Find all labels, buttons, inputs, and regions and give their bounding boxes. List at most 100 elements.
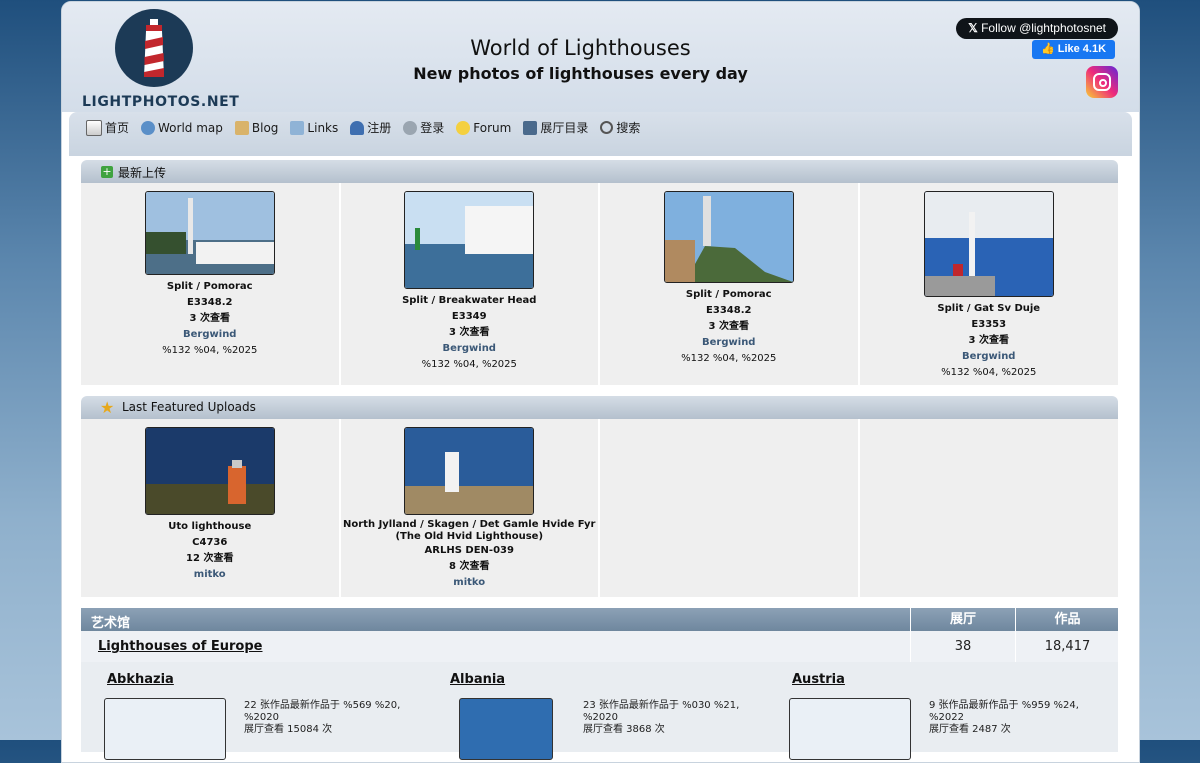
photo-views: 12 次查看 (186, 553, 234, 564)
photo-owner[interactable]: Bergwind (600, 335, 858, 351)
work-count: 18,417 (1015, 631, 1119, 662)
photo-code: E3353 (971, 319, 1007, 330)
gallery-row: Lighthouses of Europe 38 18,417 (81, 631, 1118, 662)
photo-owner[interactable]: mitko (81, 567, 339, 583)
search-icon (600, 121, 614, 134)
photo-owner[interactable]: Bergwind (81, 327, 339, 343)
featured-uploads-grid: Uto lighthouse C4736 12 次查看 mitko North … (81, 419, 1118, 597)
star-icon: ★ (100, 398, 115, 417)
country-info: 22 张作品最新作品于 %569 %20, %2020 展厅查看 15084 次 (244, 700, 414, 736)
featured-uploads-header: ★ Last Featured Uploads (81, 396, 1118, 419)
facebook-like-button[interactable]: 👍 Like 4.1K (1032, 40, 1115, 59)
country-link-austria[interactable]: Austria (792, 672, 845, 687)
empty-cell (859, 419, 1118, 597)
blog-icon (234, 120, 249, 135)
photo-title[interactable]: North Jylland / Skagen / Det Gamle Hvide… (341, 519, 599, 543)
country-views: 展厅查看 3868 次 (583, 724, 665, 735)
featured-item: North Jylland / Skagen / Det Gamle Hvide… (340, 419, 600, 597)
country-views: 展厅查看 2487 次 (929, 724, 1011, 735)
gallery-icon (523, 120, 538, 135)
photo-thumbnail[interactable] (404, 427, 535, 515)
country-stats: 22 张作品最新作品于 %569 %20, %2020 (244, 700, 401, 723)
photo-views: 8 次查看 (449, 561, 490, 572)
nav-links[interactable]: Links (290, 119, 338, 136)
page-container: LIGHTPHOTOS.NET World of Lighthouses New… (61, 1, 1140, 763)
country-thumbnail[interactable] (459, 698, 553, 760)
country-link-abkhazia[interactable]: Abkhazia (107, 672, 174, 687)
photo-title[interactable]: Split / Pomorac (81, 279, 339, 295)
gallery-link[interactable]: Lighthouses of Europe (98, 639, 263, 654)
main-nav: 首页 World map Blog Links 注册 登录 Forum 展厅目录… (69, 112, 1132, 156)
gallery-column-header: 艺术馆 (91, 616, 131, 631)
links-icon (290, 120, 305, 135)
photo-code: E3349 (451, 311, 487, 322)
works-column-header: 作品 (1015, 608, 1119, 631)
latest-uploads-title: 最新上传 (118, 166, 167, 180)
photo-owner[interactable]: Bergwind (341, 341, 599, 357)
country-thumbnail[interactable] (789, 698, 911, 760)
add-icon: + (101, 165, 113, 178)
nav-world-map[interactable]: World map (141, 119, 223, 136)
photo-title[interactable]: Uto lighthouse (81, 519, 339, 535)
site-title: World of Lighthouses (470, 36, 691, 60)
site-subtitle: New photos of lighthouses every day (413, 64, 748, 83)
nav-home[interactable]: 首页 (86, 119, 129, 136)
photo-views: 3 次查看 (189, 313, 230, 324)
photo-thumbnail[interactable] (144, 191, 275, 275)
photo-thumbnail[interactable] (663, 191, 794, 283)
thumbs-up-icon: 👍 (1040, 43, 1055, 55)
photo-date: %132 %04, %2025 (162, 345, 258, 356)
nav-blog[interactable]: Blog (234, 119, 278, 136)
country-thumbnail[interactable] (104, 698, 226, 760)
facebook-like-label: Like 4.1K (1057, 43, 1107, 55)
twitter-follow-button[interactable]: 𝕏 Follow @lightphotosnet (956, 18, 1118, 39)
country-stats: 23 张作品最新作品于 %030 %21, %2020 (583, 700, 740, 723)
photo-code: ARLHS DEN-039 (424, 545, 514, 556)
photo-views: 3 次查看 (449, 327, 490, 338)
nav-forum[interactable]: Forum (456, 119, 511, 136)
photo-owner[interactable]: mitko (341, 575, 599, 591)
register-icon (350, 120, 365, 135)
country-link-albania[interactable]: Albania (450, 672, 505, 687)
photo-thumbnail[interactable] (923, 191, 1054, 297)
empty-cell (600, 419, 860, 597)
photo-date: %132 %04, %2025 (421, 359, 517, 370)
country-info: 23 张作品最新作品于 %030 %21, %2020 展厅查看 3868 次 (583, 700, 753, 736)
country-views: 展厅查看 15084 次 (244, 724, 333, 735)
logo-wordmark[interactable]: LIGHTPHOTOS.NET (82, 94, 239, 110)
photo-owner[interactable]: Bergwind (860, 349, 1119, 365)
featured-item: Uto lighthouse C4736 12 次查看 mitko (81, 419, 341, 597)
photo-date: %132 %04, %2025 (941, 367, 1037, 378)
photo-thumbnail[interactable] (404, 191, 535, 289)
site-header: LIGHTPHOTOS.NET World of Lighthouses New… (62, 2, 1139, 112)
login-icon (403, 120, 418, 135)
nav-search[interactable]: 搜索 (600, 119, 640, 136)
country-stats: 9 张作品最新作品于 %959 %24, %2022 (929, 700, 1079, 723)
photo-views: 3 次查看 (968, 335, 1009, 346)
globe-icon (141, 120, 156, 135)
twitter-follow-label: Follow @lightphotosnet (981, 21, 1106, 35)
bulb-icon (456, 120, 471, 135)
country-info: 9 张作品最新作品于 %959 %24, %2022 展厅查看 2487 次 (929, 700, 1099, 736)
photo-title[interactable]: Split / Pomorac (600, 287, 858, 303)
latest-item: Split / Gat Sv Duje E3353 3 次查看 Bergwind… (859, 183, 1119, 385)
instagram-icon[interactable] (1086, 66, 1118, 98)
nav-gallery-index[interactable]: 展厅目录 (523, 119, 588, 136)
photo-thumbnail[interactable] (144, 427, 275, 515)
photo-code: E3348.2 (187, 297, 233, 308)
nav-login[interactable]: 登录 (403, 119, 444, 136)
latest-uploads-grid: Split / Pomorac E3348.2 3 次查看 Bergwind %… (81, 183, 1118, 385)
photo-code: E3348.2 (706, 305, 752, 316)
nav-register[interactable]: 注册 (350, 119, 391, 136)
latest-item: Split / Pomorac E3348.2 3 次查看 Bergwind %… (81, 183, 341, 385)
photo-date: %132 %04, %2025 (681, 353, 777, 364)
home-icon (86, 119, 102, 136)
latest-item: Split / Pomorac E3348.2 3 次查看 Bergwind %… (600, 183, 860, 385)
subgallery-list: Abkhazia 22 张作品最新作品于 %569 %20, %2020 展厅查… (81, 662, 1118, 760)
latest-item: Split / Breakwater Head E3349 3 次查看 Berg… (340, 183, 600, 385)
photo-title[interactable]: Split / Breakwater Head (341, 293, 599, 309)
latest-uploads-header: + 最新上传 (81, 160, 1118, 183)
photo-title[interactable]: Split / Gat Sv Duje (860, 301, 1119, 317)
photo-code: C4736 (192, 537, 228, 548)
albums-column-header: 展厅 (910, 608, 1015, 631)
